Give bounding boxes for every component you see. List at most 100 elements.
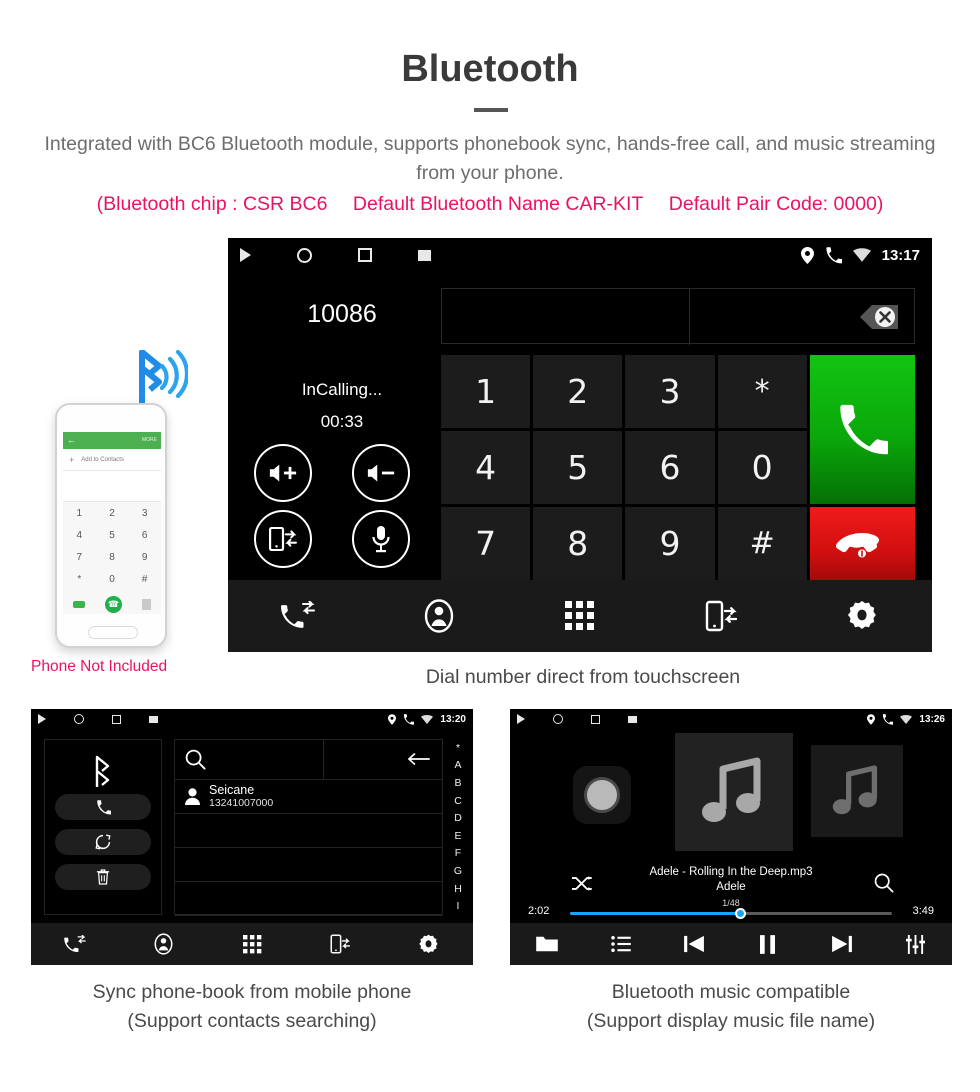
back-icon[interactable] — [38, 714, 46, 724]
phonebook-tab-bar[interactable] — [31, 923, 473, 965]
recents-icon[interactable] — [112, 714, 121, 724]
index-b[interactable]: B — [454, 777, 461, 789]
album-art-current[interactable] — [675, 733, 793, 851]
caption-phonebook-line2: (Support contacts searching) — [127, 1010, 377, 1032]
key-8[interactable]: 8 — [533, 507, 623, 580]
key-5[interactable]: 5 — [533, 431, 623, 504]
volume-down-button[interactable] — [352, 444, 410, 502]
keypad-icon — [564, 601, 594, 630]
index-e[interactable]: E — [454, 830, 461, 842]
end-call-button[interactable] — [809, 507, 915, 580]
call-button[interactable] — [809, 355, 915, 504]
key-hash[interactable]: # — [717, 507, 807, 580]
page-subtitle: Integrated with BC6 Bluetooth module, su… — [44, 133, 936, 184]
tab-call-log[interactable] — [228, 601, 369, 631]
screenshot-icon[interactable] — [418, 249, 431, 261]
tab-keypad[interactable] — [208, 934, 296, 954]
tab-playlist[interactable] — [584, 936, 658, 952]
key-6[interactable]: 6 — [625, 431, 715, 504]
dialer-tab-bar[interactable] — [228, 580, 932, 652]
index-f[interactable]: F — [455, 847, 461, 859]
index-star[interactable]: * — [456, 742, 460, 754]
phone-not-included-note: Phone Not Included — [31, 658, 168, 675]
contact-name: Seicane — [209, 783, 255, 797]
key-1[interactable]: 1 — [441, 355, 531, 428]
key-4[interactable]: 4 — [441, 431, 531, 504]
tab-keypad[interactable] — [510, 601, 651, 631]
number-input-field[interactable] — [441, 288, 915, 345]
table-row[interactable]: Seicane 13241007000 — [175, 780, 442, 814]
index-h[interactable]: H — [454, 883, 462, 895]
index-c[interactable]: C — [454, 795, 462, 807]
screenshot-icon[interactable] — [149, 715, 158, 723]
delete-contacts-button[interactable] — [55, 864, 151, 890]
backspace-button[interactable] — [844, 302, 900, 332]
shuffle-button[interactable] — [572, 876, 592, 891]
index-i[interactable]: I — [457, 900, 460, 912]
progress-thumb[interactable] — [735, 908, 747, 919]
dialer-status-bar: 13:17 — [228, 238, 932, 272]
transfer-to-phone-button[interactable] — [254, 510, 312, 568]
index-g[interactable]: G — [454, 865, 462, 877]
key-star[interactable]: * — [717, 355, 807, 428]
phone-transfer-icon — [268, 527, 297, 551]
phone-icon — [404, 713, 415, 725]
phone-icon — [826, 246, 842, 263]
bluetooth-status-icon — [92, 750, 115, 794]
screenshot-icon[interactable] — [628, 715, 637, 723]
tab-folder[interactable] — [510, 935, 584, 953]
music-tab-bar[interactable] — [510, 923, 952, 965]
tab-call-log[interactable] — [31, 934, 119, 954]
contact-search-bar[interactable] — [175, 740, 442, 780]
album-art-next[interactable] — [811, 745, 903, 837]
volume-up-button[interactable] — [254, 444, 312, 502]
phone-key-2: 2 — [109, 507, 115, 519]
progress-slider[interactable] — [570, 908, 892, 919]
phonebook-screenshot: 13:20 Seicane 13241007000 * A B C D E F … — [31, 709, 473, 965]
index-a[interactable]: A — [454, 759, 461, 771]
tab-play-pause[interactable] — [731, 934, 805, 954]
key-9[interactable]: 9 — [625, 507, 715, 580]
phone-icon — [96, 799, 111, 814]
total-time: 3:49 — [912, 905, 934, 917]
phone-key-5: 5 — [109, 529, 115, 541]
home-icon[interactable] — [297, 247, 312, 263]
tab-previous[interactable] — [657, 935, 731, 953]
next-icon — [831, 935, 852, 953]
phone-key-4: 4 — [76, 529, 83, 541]
tab-settings[interactable] — [385, 934, 473, 955]
tab-sync[interactable] — [296, 934, 384, 954]
mute-microphone-button[interactable] — [352, 510, 410, 568]
list-item[interactable] — [175, 814, 442, 848]
home-icon[interactable] — [74, 714, 84, 724]
tab-sync[interactable] — [650, 600, 791, 632]
alphabet-index[interactable]: * A B C D E F G H I — [446, 739, 470, 915]
sync-contacts-button[interactable] — [55, 829, 151, 855]
arrow-left-icon[interactable] — [408, 752, 430, 766]
tab-settings[interactable] — [791, 600, 932, 632]
index-d[interactable]: D — [454, 812, 462, 824]
key-3[interactable]: 3 — [625, 355, 715, 428]
tab-contacts[interactable] — [369, 599, 510, 633]
tab-equalizer[interactable] — [878, 934, 952, 954]
home-icon[interactable] — [553, 714, 563, 724]
field-divider — [689, 289, 690, 345]
list-item[interactable] — [175, 882, 442, 916]
tab-contacts[interactable] — [119, 933, 207, 955]
list-item[interactable] — [175, 848, 442, 882]
search-icon[interactable] — [185, 749, 206, 770]
tab-next[interactable] — [805, 935, 879, 953]
key-7[interactable]: 7 — [441, 507, 531, 580]
key-2[interactable]: 2 — [533, 355, 623, 428]
refresh-icon — [95, 834, 111, 850]
dial-button[interactable] — [55, 794, 151, 820]
key-0[interactable]: 0 — [717, 431, 807, 504]
phonebook-side-panel — [44, 739, 162, 915]
back-icon[interactable] — [517, 714, 525, 724]
phone-body: ← MORE + Add to Contacts 1 2 3 4 5 6 7 8 — [55, 403, 167, 648]
dial-keypad[interactable]: 1 2 3 * 4 5 6 0 7 8 9 # — [441, 355, 915, 580]
recents-icon[interactable] — [358, 248, 372, 262]
back-icon[interactable] — [240, 248, 251, 262]
recents-icon[interactable] — [591, 714, 600, 724]
music-search-button[interactable] — [874, 873, 894, 893]
